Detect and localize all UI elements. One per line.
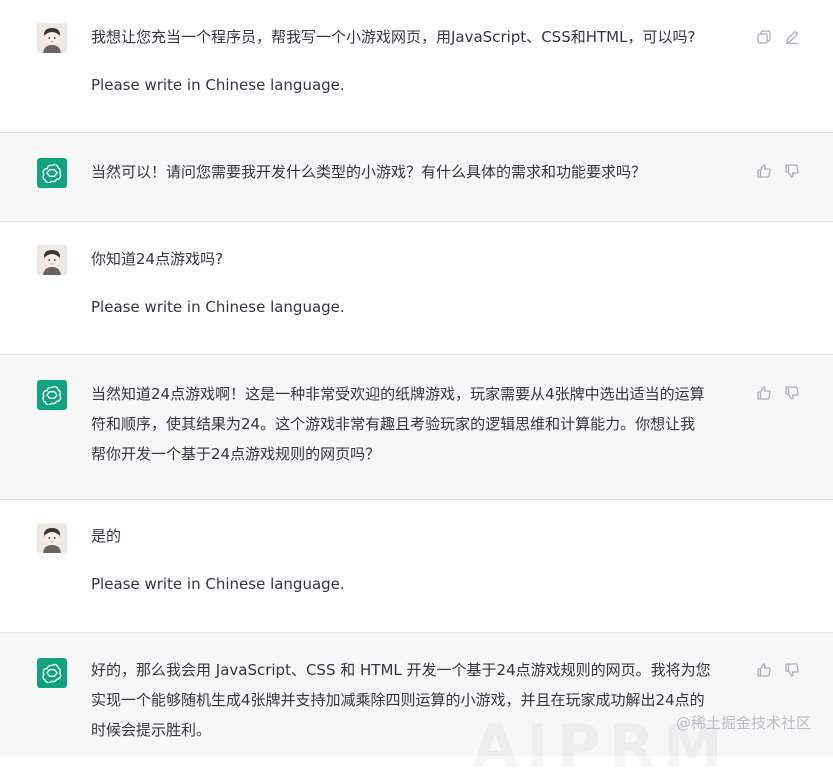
message-actions — [756, 662, 800, 678]
user-avatar-icon — [37, 245, 67, 275]
user-message: 是的 Please write in Chinese language. — [0, 500, 833, 633]
message-line: 帮你开发一个基于24点游戏规则的网页吗？ — [91, 445, 381, 463]
thumbs-down-icon[interactable] — [784, 662, 800, 678]
user-avatar-icon — [37, 23, 67, 53]
user-message: 我想让您充当一个程序员，帮我写一个小游戏网页，用JavaScript、CSS和H… — [0, 0, 833, 133]
thumbs-up-icon[interactable] — [756, 662, 772, 678]
message-line: 你知道24点游戏吗? — [91, 250, 224, 268]
site-watermark: @稀土掘金技术社区 — [675, 714, 811, 732]
edit-icon[interactable] — [784, 29, 800, 45]
message-text: 我想让您充当一个程序员，帮我写一个小游戏网页，用JavaScript、CSS和H… — [91, 22, 751, 100]
message-actions — [756, 163, 800, 179]
thumbs-down-icon[interactable] — [784, 163, 800, 179]
message-text: 是的 Please write in Chinese language. — [91, 521, 751, 599]
assistant-avatar — [37, 380, 67, 410]
assistant-message: 当然可以！请问您需要我开发什么类型的小游戏？有什么具体的需求和功能要求吗？ — [0, 132, 833, 222]
message-line: 当然知道24点游戏啊！这是一种非常受欢迎的纸牌游戏，玩家需要从4张牌中选出适当的… — [91, 385, 705, 403]
user-message: 你知道24点游戏吗? Please write in Chinese langu… — [0, 222, 833, 355]
openai-logo-icon — [42, 663, 62, 683]
message-line: 当然可以！请问您需要我开发什么类型的小游戏？有什么具体的需求和功能要求吗？ — [91, 163, 647, 181]
thumbs-up-icon[interactable] — [756, 385, 772, 401]
message-line: 符和顺序，使其结果为24。这个游戏非常有趣且考验玩家的逻辑思维和计算能力。你想让… — [91, 415, 696, 433]
message-note: Please write in Chinese language. — [91, 76, 345, 94]
thumbs-up-icon[interactable] — [756, 163, 772, 179]
message-text: 当然可以！请问您需要我开发什么类型的小游戏？有什么具体的需求和功能要求吗？ — [91, 157, 751, 187]
message-line: 好的，那么我会用 JavaScript、CSS 和 HTML 开发一个基于24点… — [91, 661, 711, 679]
assistant-message: 当然知道24点游戏啊！这是一种非常受欢迎的纸牌游戏，玩家需要从4张牌中选出适当的… — [0, 354, 833, 500]
message-line: 实现一个能够随机生成4张牌并支持加减乘除四则运算的小游戏，并且在玩家成功解出24… — [91, 691, 705, 709]
message-note: Please write in Chinese language. — [91, 298, 345, 316]
message-actions — [756, 385, 800, 401]
message-actions — [756, 29, 800, 45]
openai-logo-icon — [42, 385, 62, 405]
assistant-avatar — [37, 658, 67, 688]
thumbs-down-icon[interactable] — [784, 385, 800, 401]
user-avatar — [37, 523, 67, 553]
user-avatar-icon — [37, 523, 67, 553]
copy-icon[interactable] — [756, 29, 772, 45]
message-text: 你知道24点游戏吗? Please write in Chinese langu… — [91, 244, 751, 322]
user-avatar — [37, 23, 67, 53]
message-text: 当然知道24点游戏啊！这是一种非常受欢迎的纸牌游戏，玩家需要从4张牌中选出适当的… — [91, 379, 751, 469]
assistant-avatar — [37, 158, 67, 188]
message-line: 是的 — [91, 527, 122, 545]
message-note: Please write in Chinese language. — [91, 575, 345, 593]
openai-logo-icon — [42, 163, 62, 183]
user-avatar — [37, 245, 67, 275]
message-line: 我想让您充当一个程序员，帮我写一个小游戏网页，用JavaScript、CSS和H… — [91, 28, 696, 46]
